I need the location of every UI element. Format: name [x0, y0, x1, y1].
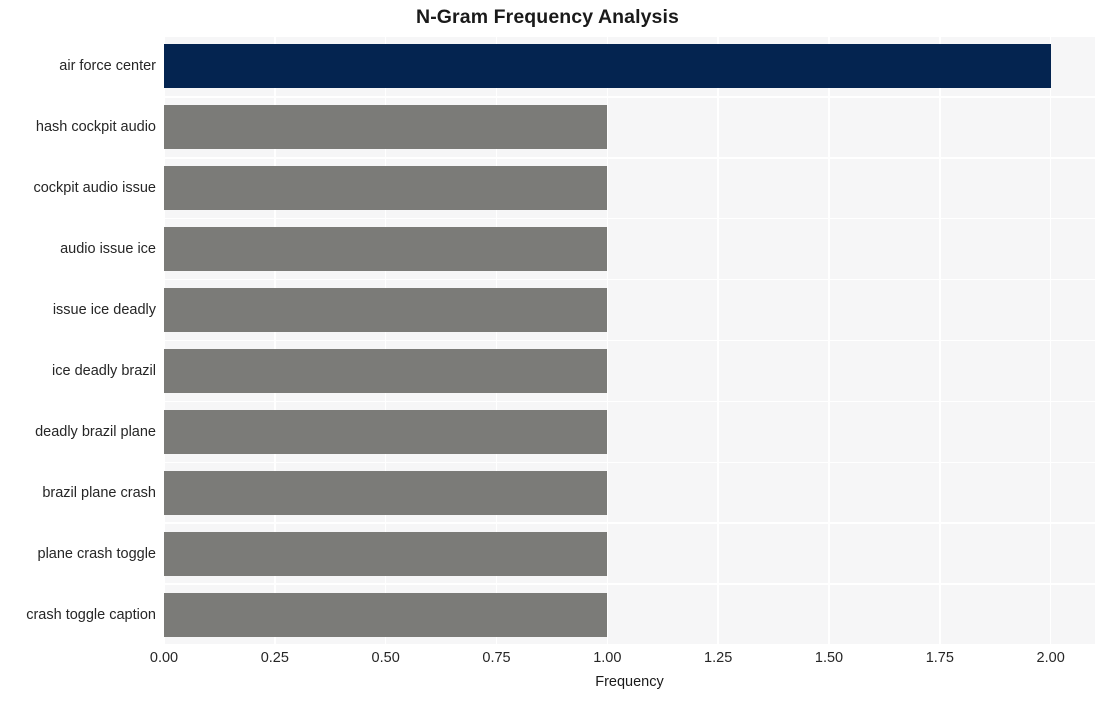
bar[interactable]	[164, 470, 608, 515]
x-axis-tick-label: 2.00	[1036, 650, 1065, 666]
y-axis-tick-label: hash cockpit audio	[35, 119, 156, 136]
bar[interactable]	[164, 166, 608, 211]
gridline-horizontal	[164, 96, 1095, 98]
x-axis-tick-label: 1.00	[593, 650, 622, 666]
gridline-horizontal	[164, 339, 1095, 342]
x-axis-tick-label: 1.75	[925, 650, 954, 666]
y-axis-tick-labels: air force center hash cockpit audio cockpi…	[0, 36, 156, 645]
gridline-horizontal	[164, 461, 1095, 464]
bar[interactable]	[164, 592, 608, 637]
y-axis-tick-label: issue ice deadly	[52, 302, 156, 319]
bar[interactable]	[164, 409, 608, 454]
gridline-horizontal	[164, 644, 1095, 645]
gridline-horizontal	[164, 217, 1095, 220]
bar[interactable]	[164, 105, 608, 150]
x-axis-tick-label: 1.50	[814, 650, 844, 666]
x-axis-title: Frequency	[595, 674, 664, 690]
plot-area	[164, 36, 1095, 645]
y-axis-tick-label: ice deadly brazil	[52, 362, 156, 379]
gridline-horizontal	[164, 583, 1095, 585]
gridline-horizontal	[164, 522, 1095, 524]
gridline-horizontal	[164, 36, 1095, 37]
y-axis-tick-label: brazil plane crash	[42, 484, 156, 501]
bar[interactable]	[164, 44, 1051, 89]
gridline-horizontal	[164, 157, 1095, 159]
bar[interactable]	[164, 348, 608, 393]
y-axis-tick-label: plane crash toggle	[37, 545, 157, 562]
x-axis-tick-label: 0.50	[371, 650, 400, 666]
gridline-horizontal	[164, 400, 1095, 403]
x-axis-tick-label: 1.25	[704, 650, 733, 666]
y-axis-tick-label: crash toggle caption	[26, 606, 156, 623]
bar[interactable]	[164, 531, 608, 576]
y-axis-tick-label: deadly brazil plane	[35, 423, 156, 440]
x-axis-tick-labels: 0.00 0.25 0.50 0.75 1.00 1.25 1.50 1.75 2.00	[150, 650, 1095, 673]
bar[interactable]	[164, 288, 608, 333]
x-axis-tick-label: 0.75	[482, 650, 511, 666]
x-axis-tick-label: 0.00	[149, 650, 179, 666]
y-axis-tick-label: audio issue ice	[60, 241, 156, 258]
y-axis-tick-label: cockpit audio issue	[33, 180, 156, 197]
bar[interactable]	[164, 227, 608, 272]
x-axis-tick-label: 0.25	[260, 650, 289, 666]
y-axis-tick-label: air force center	[59, 58, 156, 75]
chart-figure: N-Gram Frequency Analysis air force cent…	[0, 0, 1103, 701]
gridline-horizontal	[164, 278, 1095, 281]
chart-title: N-Gram Frequency Analysis	[416, 6, 679, 28]
